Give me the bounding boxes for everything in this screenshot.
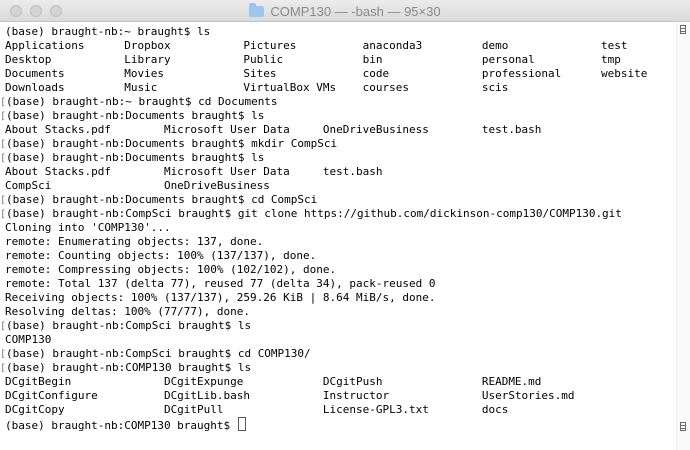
terminal-line: [(base) braught-nb:Documents braught$ ls [0, 109, 676, 123]
terminal-line: Applications Dropbox Pictures anaconda3 … [5, 39, 676, 53]
terminal-line: [(base) braught-nb:CompSci braught$ cd C… [0, 347, 676, 361]
terminal-line-text: (base) braught-nb:Documents braught$ mkd… [6, 137, 338, 150]
window-title-area: COMP130 — -bash — 95×30 [0, 0, 690, 22]
terminal-line-text: remote: Total 137 (delta 77), reused 77 … [5, 277, 436, 290]
terminal-line-text: (base) braught-nb:Documents braught$ ls [6, 151, 265, 164]
terminal-line-text: DCgitConfigure DCgitLib.bash Instructor … [5, 389, 575, 402]
terminal-line: remote: Compressing objects: 100% (102/1… [5, 263, 676, 277]
terminal-line-text: (base) braught-nb:COMP130 braught$ ls [6, 361, 252, 374]
terminal-line-text: DCgitBegin DCgitExpunge DCgitPush README… [5, 375, 542, 388]
terminal-line: DCgitCopy DCgitPull License-GPL3.txt doc… [5, 403, 676, 417]
terminal-line: DCgitBegin DCgitExpunge DCgitPush README… [5, 375, 676, 389]
terminal-line: remote: Enumerating objects: 137, done. [5, 235, 676, 249]
terminal-line-text: remote: Enumerating objects: 137, done. [5, 235, 264, 248]
title-bar[interactable]: COMP130 — -bash — 95×30 [0, 0, 690, 22]
terminal-line-text: remote: Counting objects: 100% (137/137)… [5, 249, 317, 262]
prompt-line[interactable]: (base) braught-nb:COMP130 braught$ [5, 417, 676, 432]
terminal-line-text: Resolving deltas: 100% (77/77), done. [5, 305, 251, 318]
terminal-line: Cloning into 'COMP130'... [5, 221, 676, 235]
terminal-line-text: (base) braught-nb:Documents braught$ ls [6, 109, 265, 122]
terminal-line: About Stacks.pdf Microsoft User Data tes… [5, 165, 676, 179]
terminal-line: [(base) braught-nb:Documents braught$ mk… [0, 137, 676, 151]
terminal-line: Receiving objects: 100% (137/137), 259.2… [5, 291, 676, 305]
terminal-window: COMP130 — -bash — 95×30 (base) braught-n… [0, 0, 690, 450]
terminal-line: About Stacks.pdf Microsoft User Data One… [5, 123, 676, 137]
terminal-line: [(base) braught-nb:CompSci braught$ git … [0, 207, 676, 221]
terminal-line: [(base) braught-nb:CompSci braught$ ls [0, 319, 676, 333]
scroll-bottom-mark-icon[interactable] [680, 422, 686, 431]
terminal-line-text: Downloads Music VirtualBox VMs courses s… [5, 81, 509, 94]
terminal-line: Resolving deltas: 100% (77/77), done. [5, 305, 676, 319]
terminal-output[interactable]: (base) braught-nb:~ braught$ ls Applicati… [0, 23, 676, 450]
terminal-line-text: Desktop Library Public bin personal tmp [5, 53, 621, 66]
terminal-line-text: (base) braught-nb:CompSci braught$ ls [6, 319, 252, 332]
terminal-line-text: Receiving objects: 100% (137/137), 259.2… [5, 291, 436, 304]
terminal-line: CompSci OneDriveBusiness [5, 179, 676, 193]
terminal-line: [(base) braught-nb:Documents braught$ ls [0, 151, 676, 165]
terminal-line: Desktop Library Public bin personal tmp [5, 53, 676, 67]
folder-icon [249, 2, 265, 17]
terminal-line-text: (base) braught-nb:CompSci braught$ cd CO… [6, 347, 311, 360]
terminal-line: Downloads Music VirtualBox VMs courses s… [5, 81, 676, 95]
terminal-line: DCgitConfigure DCgitLib.bash Instructor … [5, 389, 676, 403]
terminal-line-text: (base) braught-nb:CompSci braught$ git c… [6, 207, 622, 220]
terminal-line: [(base) braught-nb:COMP130 braught$ ls [0, 361, 676, 375]
terminal-line-text: COMP130 [5, 333, 52, 346]
terminal-line-text: Documents Movies Sites code professional… [5, 67, 648, 80]
terminal-line-text: remote: Compressing objects: 100% (102/1… [5, 263, 337, 276]
scroll-top-mark-icon[interactable] [680, 25, 686, 34]
window-title: COMP130 — -bash — 95×30 [270, 3, 441, 19]
terminal-line: COMP130 [5, 333, 676, 347]
terminal-line-text: (base) braught-nb:Documents braught$ cd … [6, 193, 318, 206]
terminal-line: [(base) braught-nb:Documents braught$ cd… [0, 193, 676, 207]
terminal-line: Documents Movies Sites code professional… [5, 67, 676, 81]
terminal-line-text: DCgitCopy DCgitPull License-GPL3.txt doc… [5, 403, 509, 416]
terminal-scrollbar[interactable] [676, 23, 690, 450]
terminal-line: (base) braught-nb:~ braught$ ls [5, 25, 676, 39]
terminal-line: remote: Counting objects: 100% (137/137)… [5, 249, 676, 263]
terminal-line-text: (base) braught-nb:~ braught$ cd Document… [6, 95, 278, 108]
terminal-line-text: CompSci OneDriveBusiness [5, 179, 270, 192]
prompt-text: (base) braught-nb:COMP130 braught$ [5, 419, 237, 432]
terminal-line-text: Cloning into 'COMP130'... [5, 221, 171, 234]
terminal-line: remote: Total 137 (delta 77), reused 77 … [5, 277, 676, 291]
terminal-line-text: (base) braught-nb:~ braught$ ls [5, 25, 211, 38]
text-cursor [237, 417, 246, 431]
terminal-line-text: Applications Dropbox Pictures anaconda3 … [5, 39, 628, 52]
terminal-line: [(base) braught-nb:~ braught$ cd Documen… [0, 95, 676, 109]
terminal-line-text: About Stacks.pdf Microsoft User Data One… [5, 123, 542, 136]
terminal-line-text: About Stacks.pdf Microsoft User Data tes… [5, 165, 383, 178]
